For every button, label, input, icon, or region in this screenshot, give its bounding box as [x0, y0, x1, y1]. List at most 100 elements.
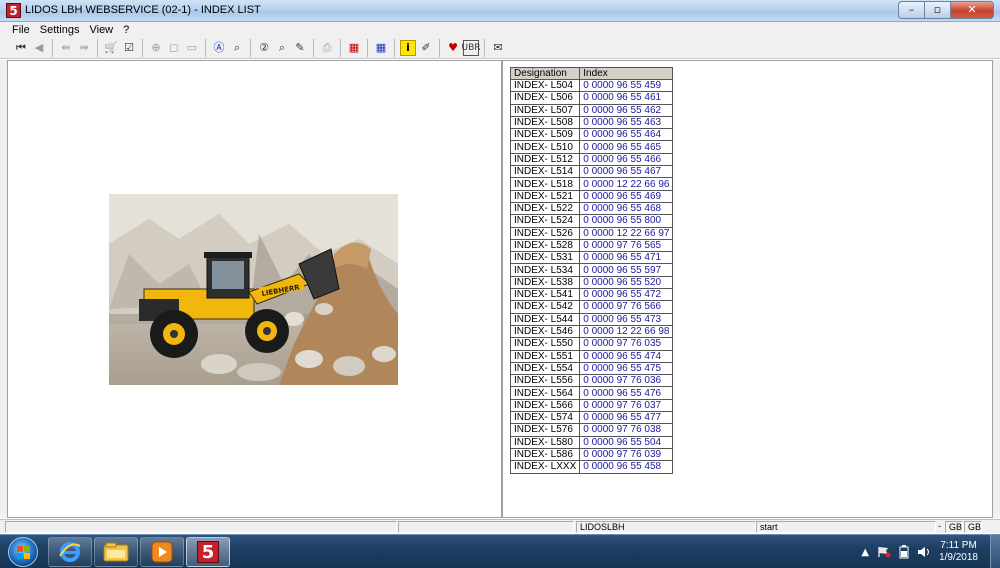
- grid-blue-icon[interactable]: ▦: [373, 40, 389, 56]
- index-number-link[interactable]: 0 0000 96 55 461: [579, 91, 674, 105]
- index-number-link[interactable]: 0 0000 96 55 468: [579, 201, 674, 216]
- index-number-link[interactable]: 0 0000 96 55 473: [579, 312, 674, 326]
- first-page-icon[interactable]: ⏮: [13, 40, 29, 56]
- taskbar-lidos-app[interactable]: 5: [186, 537, 230, 567]
- search-a-icon[interactable]: Ⓐ: [211, 40, 227, 56]
- system-clock[interactable]: 7:11 PM 1/9/2018: [939, 540, 978, 564]
- clipboard-check-icon[interactable]: ☑: [121, 40, 137, 56]
- show-desktop-button[interactable]: [990, 535, 1000, 568]
- menu-file[interactable]: File: [12, 24, 30, 36]
- index-number-link[interactable]: 0 0000 96 55 520: [579, 275, 674, 290]
- index-number-link[interactable]: 0 0000 96 55 800: [579, 214, 674, 228]
- index-table-row[interactable]: INDEX- L526 0 0000 12 22 66 97: [509, 226, 674, 240]
- index-table-row[interactable]: INDEX- L554 0 0000 96 55 475: [509, 361, 674, 376]
- index-number-link[interactable]: 0 0000 96 55 504: [579, 435, 674, 449]
- index-table-row[interactable]: INDEX- L510 0 0000 96 55 465: [509, 140, 674, 154]
- index-table-row[interactable]: INDEX- L518 0 0000 12 22 66 96: [509, 177, 674, 191]
- index-number-link[interactable]: 0 0000 96 55 471: [579, 251, 674, 265]
- index-table-row[interactable]: INDEX- L576 0 0000 97 76 038: [509, 423, 674, 437]
- index-table-row[interactable]: INDEX- L538 0 0000 96 55 520: [509, 275, 674, 290]
- mail-icon[interactable]: ✉: [490, 40, 506, 56]
- index-number-link[interactable]: 0 0000 97 76 036: [579, 374, 674, 388]
- index-table-row[interactable]: INDEX- L521 0 0000 96 55 469: [509, 189, 674, 203]
- index-table-row[interactable]: INDEX- L574 0 0000 96 55 477: [509, 411, 674, 425]
- index-number-link[interactable]: 0 0000 96 55 474: [579, 349, 674, 363]
- index-table-row[interactable]: INDEX- L542 0 0000 97 76 566: [509, 300, 674, 314]
- favorites-icon[interactable]: ♥: [445, 40, 461, 56]
- index-number-link[interactable]: 0 0000 96 55 467: [579, 165, 674, 179]
- show-hidden-icons-icon[interactable]: ▲: [861, 547, 869, 558]
- taskbar-internet-explorer[interactable]: [48, 537, 92, 567]
- action-center-flag-icon[interactable]: [877, 546, 891, 558]
- index-number-link[interactable]: 0 0000 97 76 038: [579, 423, 674, 437]
- index-table-row[interactable]: INDEX- L504 0 0000 96 55 459: [509, 78, 674, 93]
- index-table-row[interactable]: INDEX- L586 0 0000 97 76 039: [509, 447, 674, 462]
- index-table-row[interactable]: INDEX- L531 0 0000 96 55 471: [509, 251, 674, 265]
- index-table-row[interactable]: INDEX- L514 0 0000 96 55 467: [509, 165, 674, 179]
- index-number-link[interactable]: 0 0000 12 22 66 97: [579, 226, 674, 240]
- taskbar-media-player[interactable]: [140, 537, 184, 567]
- index-table-row[interactable]: INDEX- L509 0 0000 96 55 464: [509, 128, 674, 142]
- index-table-row[interactable]: INDEX- L528 0 0000 97 76 565: [509, 238, 674, 253]
- index-table-row[interactable]: INDEX- L551 0 0000 96 55 474: [509, 349, 674, 363]
- start-button[interactable]: [8, 537, 38, 567]
- column-header-designation[interactable]: Designation: [509, 67, 581, 80]
- index-number-link[interactable]: 0 0000 12 22 66 96: [579, 177, 674, 191]
- index-table-row[interactable]: INDEX- L534 0 0000 96 55 597: [509, 263, 674, 277]
- index-number-link[interactable]: 0 0000 96 55 458: [579, 460, 674, 474]
- index-number-link[interactable]: 0 0000 97 76 565: [579, 238, 674, 253]
- index-table-row[interactable]: INDEX- L512 0 0000 96 55 466: [509, 152, 674, 167]
- index-table-row[interactable]: INDEX- L524 0 0000 96 55 800: [509, 214, 674, 228]
- index-number-link[interactable]: 0 0000 97 76 037: [579, 398, 674, 413]
- index-number-link[interactable]: 0 0000 96 55 462: [579, 103, 674, 117]
- battery-icon[interactable]: [899, 545, 909, 559]
- index-number-link[interactable]: 0 0000 96 55 463: [579, 115, 674, 130]
- taskbar-file-explorer[interactable]: [94, 537, 138, 567]
- info-icon[interactable]: i: [400, 40, 416, 56]
- notes-icon[interactable]: ✐: [418, 40, 434, 56]
- ubr-icon[interactable]: UBR: [462, 40, 481, 56]
- index-number-link[interactable]: 0 0000 97 76 039: [579, 447, 674, 462]
- menu-help[interactable]: ?: [123, 24, 129, 36]
- cart-icon[interactable]: 🛒: [103, 40, 119, 56]
- index-number-link[interactable]: 0 0000 96 55 477: [579, 411, 674, 425]
- index-table-row[interactable]: INDEX- L541 0 0000 96 55 472: [509, 288, 674, 302]
- index-number-link[interactable]: 0 0000 97 76 566: [579, 300, 674, 314]
- index-table-row[interactable]: INDEX- L507 0 0000 96 55 462: [509, 103, 674, 117]
- index-table-row[interactable]: INDEX- L508 0 0000 96 55 463: [509, 115, 674, 130]
- close-button[interactable]: ✕: [950, 1, 994, 19]
- grid-red-icon[interactable]: ▦: [346, 40, 362, 56]
- menu-view[interactable]: View: [89, 24, 113, 36]
- index-number-link[interactable]: 0 0000 96 55 476: [579, 386, 674, 400]
- index-table-row[interactable]: INDEX- L522 0 0000 96 55 468: [509, 201, 674, 216]
- edit-icon[interactable]: ✎: [292, 40, 308, 56]
- lidos-app-icon[interactable]: 5: [6, 3, 21, 18]
- index-number-link[interactable]: 0 0000 96 55 459: [579, 78, 674, 93]
- index-number-link[interactable]: 0 0000 12 22 66 98: [579, 324, 674, 339]
- index-number-link[interactable]: 0 0000 96 55 469: [579, 189, 674, 203]
- menu-settings[interactable]: Settings: [40, 24, 80, 36]
- index-table-row[interactable]: INDEX- L546 0 0000 12 22 66 98: [509, 324, 674, 339]
- search-number-icon[interactable]: ⌕: [274, 40, 290, 56]
- index-table-row[interactable]: INDEX- L506 0 0000 96 55 461: [509, 91, 674, 105]
- minimize-button[interactable]: –: [898, 1, 924, 19]
- index-number-link[interactable]: 0 0000 97 76 035: [579, 337, 674, 351]
- index-table-row[interactable]: INDEX- L550 0 0000 97 76 035: [509, 337, 674, 351]
- index-number-link[interactable]: 0 0000 96 55 465: [579, 140, 674, 154]
- index-table-row[interactable]: INDEX- L580 0 0000 96 55 504: [509, 435, 674, 449]
- maximize-button[interactable]: ▫: [924, 1, 950, 19]
- index-number-link[interactable]: 0 0000 96 55 472: [579, 288, 674, 302]
- search-text-icon[interactable]: ⌕: [229, 40, 245, 56]
- index-table-row[interactable]: INDEX- L556 0 0000 97 76 036: [509, 374, 674, 388]
- index-table-row[interactable]: INDEX- L544 0 0000 96 55 473: [509, 312, 674, 326]
- volume-icon[interactable]: [917, 546, 931, 558]
- index-table-row[interactable]: INDEX- LXXX 0 0000 96 55 458: [509, 460, 674, 474]
- search-2-icon[interactable]: ②: [256, 40, 272, 56]
- column-header-index[interactable]: Index: [579, 67, 674, 80]
- index-number-link[interactable]: 0 0000 96 55 475: [579, 361, 674, 376]
- index-number-link[interactable]: 0 0000 96 55 597: [579, 263, 674, 277]
- index-table-row[interactable]: INDEX- L564 0 0000 96 55 476: [509, 386, 674, 400]
- index-table-row[interactable]: INDEX- L566 0 0000 97 76 037: [509, 398, 674, 413]
- index-number-link[interactable]: 0 0000 96 55 466: [579, 152, 674, 167]
- index-number-link[interactable]: 0 0000 96 55 464: [579, 128, 674, 142]
